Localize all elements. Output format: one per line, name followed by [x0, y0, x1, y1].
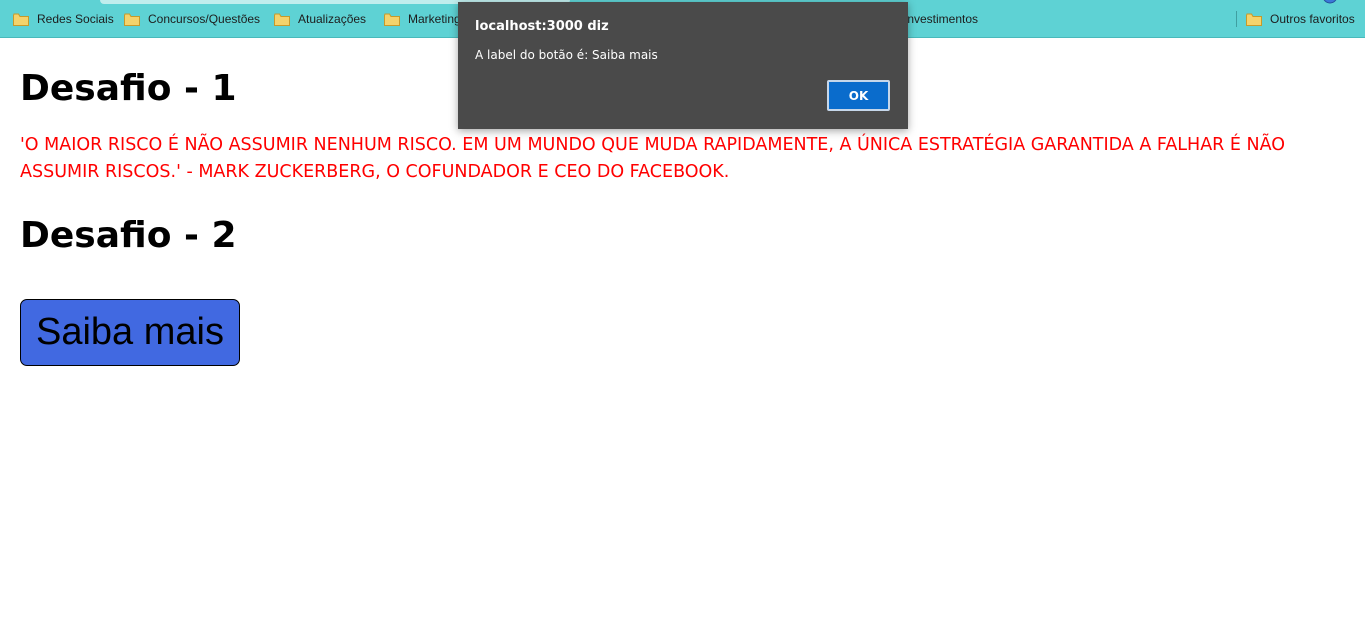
bookmark-label: Redes Sociais: [37, 12, 114, 26]
bookmark-folder-redes-sociais[interactable]: Redes Sociais: [13, 10, 114, 28]
bookmark-label: Atualizações: [298, 12, 367, 26]
bookmark-folder-marketing[interactable]: Marketing: [384, 10, 461, 28]
ok-button[interactable]: OK: [827, 80, 890, 111]
challenge-2-heading: Desafio - 2: [20, 215, 237, 256]
profile-icon[interactable]: [1322, 0, 1338, 4]
challenge-1-heading: Desafio - 1: [20, 68, 237, 109]
folder-icon: [13, 13, 29, 26]
bookmark-label: Outros favoritos: [1270, 12, 1355, 26]
bookmark-folder-outros-favoritos[interactable]: Outros favoritos: [1246, 10, 1355, 28]
alert-dialog: localhost:3000 diz A label do botão é: S…: [458, 2, 908, 129]
bookmark-folder-concursos-questoes[interactable]: Concursos/Questões: [124, 10, 260, 28]
bookmark-label: Investimentos: [904, 12, 979, 26]
folder-icon: [124, 13, 140, 26]
bookmark-label: Marketing: [408, 12, 461, 26]
quote-text: 'O MAIOR RISCO É NÃO ASSUMIR NENHUM RISC…: [20, 135, 1286, 182]
bookmark-label: Concursos/Questões: [148, 12, 261, 26]
folder-icon: [384, 13, 400, 26]
dialog-message: A label do botão é: Saiba mais: [475, 48, 658, 62]
bookmark-folder-atualizacoes[interactable]: Atualizações: [274, 10, 366, 28]
folder-icon: [274, 13, 290, 26]
dialog-title: localhost:3000 diz: [475, 19, 609, 34]
saiba-mais-button[interactable]: Saiba mais: [20, 299, 240, 366]
bookmarks-separator: [1236, 11, 1237, 27]
folder-icon: [1246, 13, 1262, 26]
